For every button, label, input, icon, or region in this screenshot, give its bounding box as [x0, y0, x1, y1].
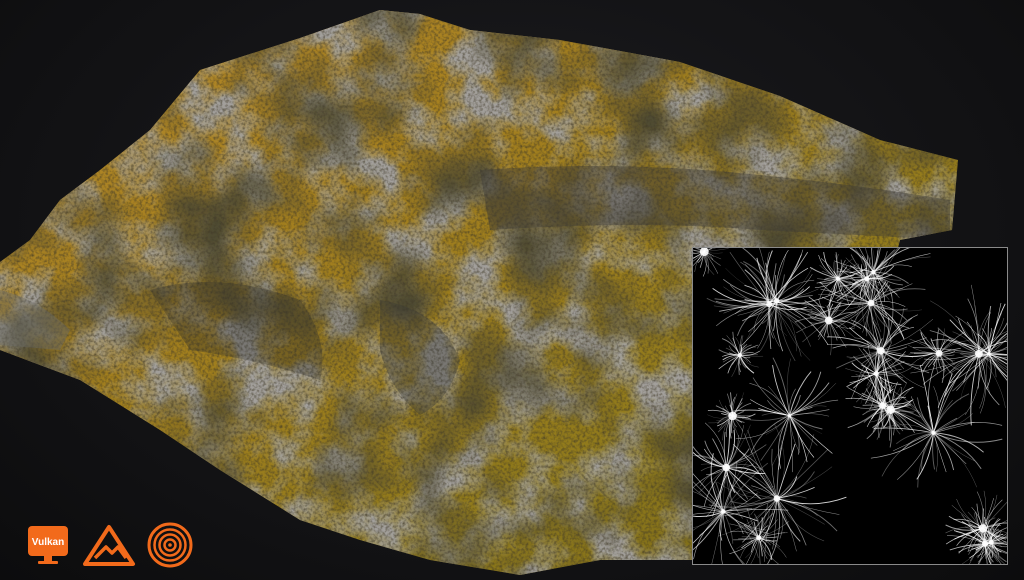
flow-map-inset	[692, 247, 1008, 565]
logo-bar: Vulkan	[26, 520, 194, 570]
vulkan-label: Vulkan	[32, 537, 64, 548]
monitor-icon: Vulkan	[28, 526, 68, 564]
mountain-icon	[83, 525, 135, 566]
render-viewport: Vulkan	[0, 0, 1024, 580]
flow-map-image	[693, 248, 1007, 564]
concentric-rings-icon	[147, 522, 193, 568]
